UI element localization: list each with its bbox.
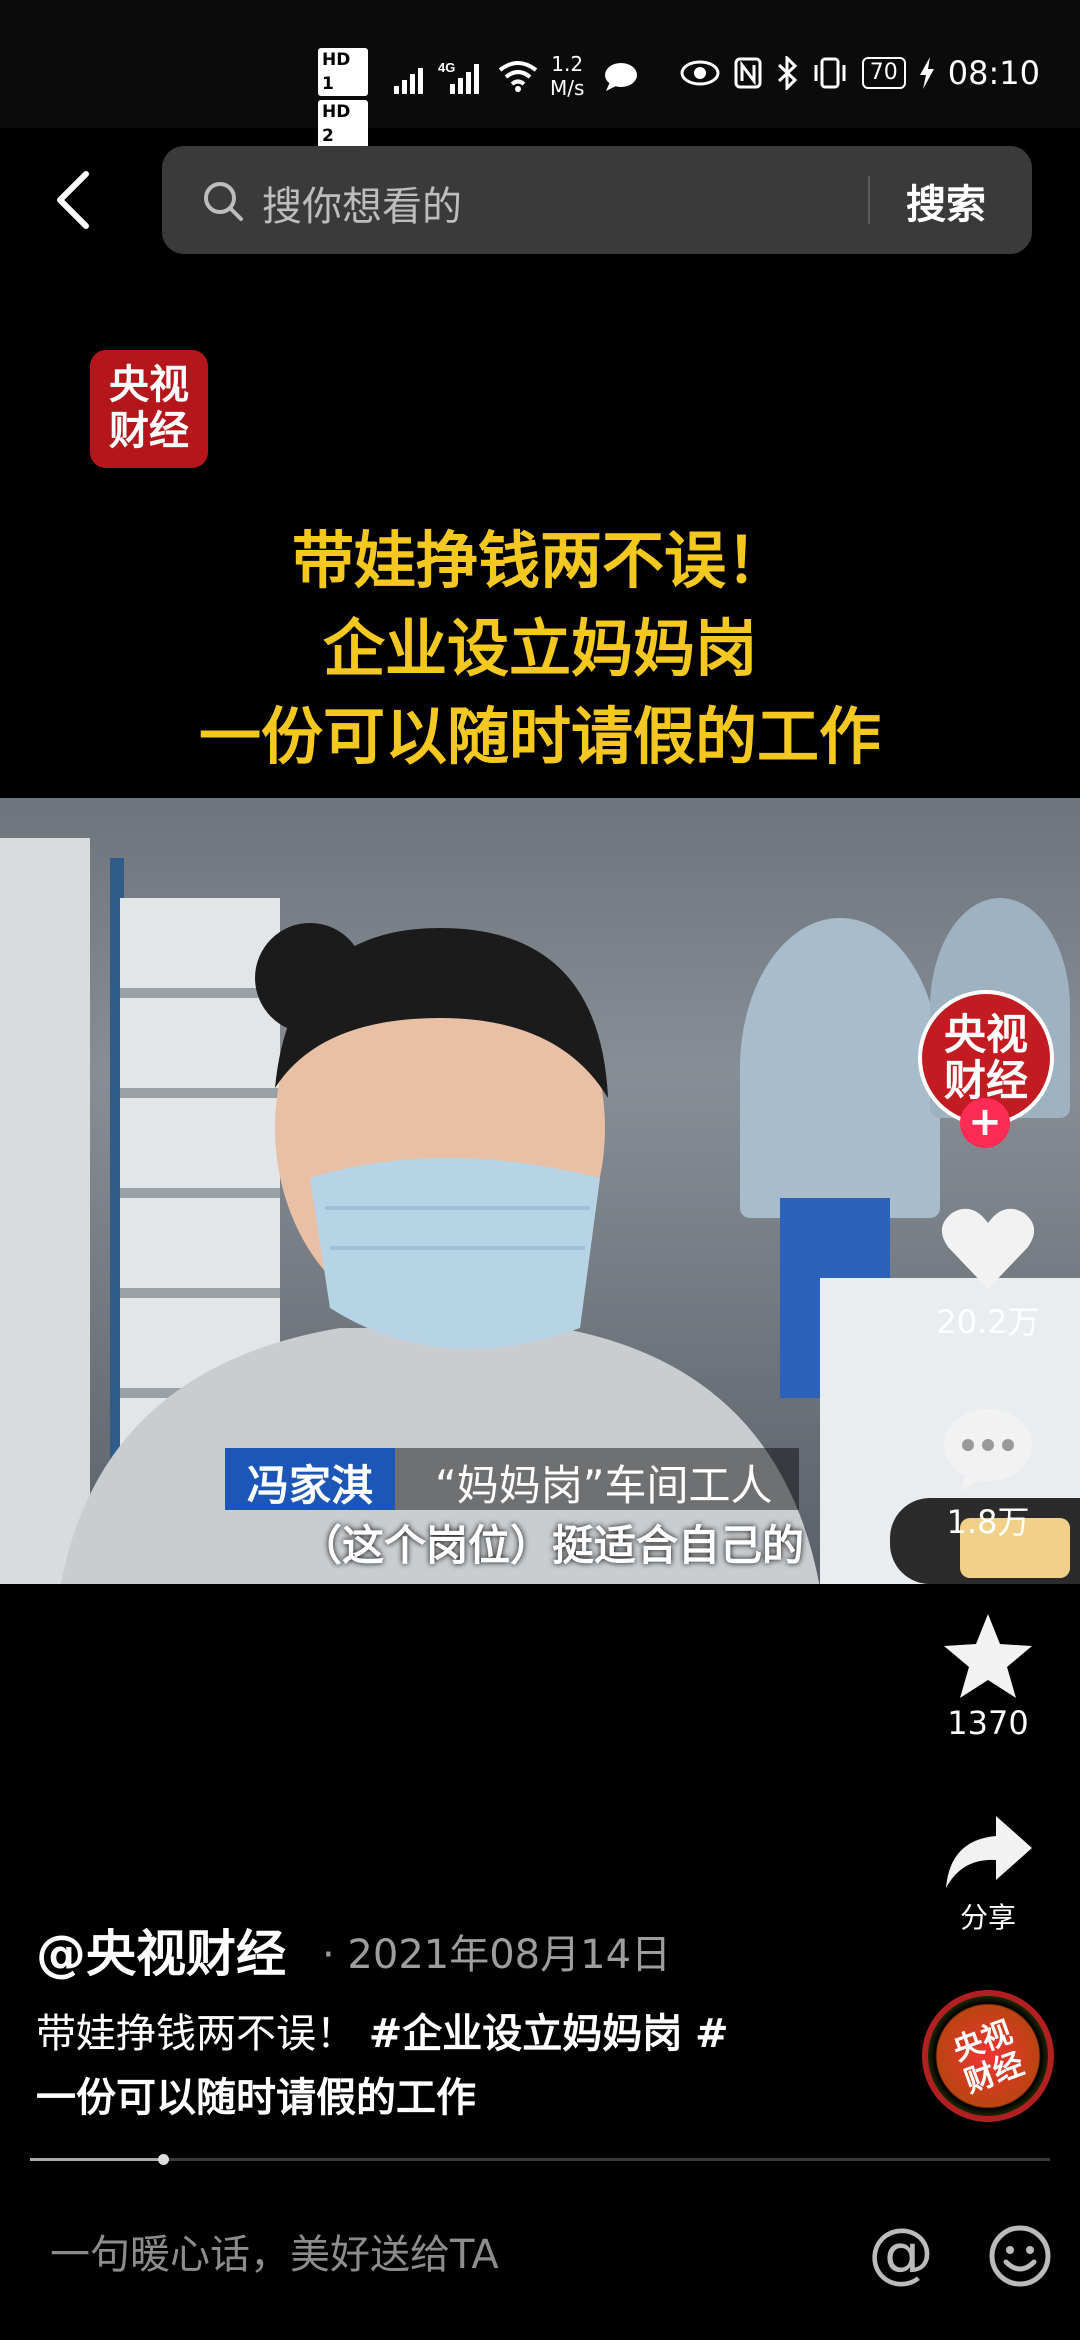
music-disc-text: 央视财经 (948, 2014, 1029, 2101)
follow-button[interactable]: + (960, 1098, 1010, 1148)
favorite-button[interactable]: 1370 (918, 1612, 1058, 1742)
signal-icon: 4G (394, 60, 479, 94)
subtitle-role: “妈妈岗”车间工人 (395, 1448, 799, 1510)
wifi-icon (498, 61, 538, 92)
channel-logo-text: 央视财经 (109, 362, 189, 454)
battery-indicator: 70 (861, 57, 906, 89)
vibrate-icon (814, 57, 846, 89)
like-count: 20.2万 (936, 1303, 1040, 1341)
post-description: 带娃挣钱两不误！ #企业设立妈妈岗 # 一份可以随时请假的工作 (36, 2002, 856, 2130)
speed-unit: M/s (550, 76, 585, 100)
comment-count: 1.8万 (946, 1503, 1030, 1541)
share-icon (946, 1816, 1032, 1888)
progress-fill (30, 2158, 163, 2161)
subtitle-name: 冯家淇 (225, 1448, 396, 1510)
clock: 08:10 (947, 54, 1040, 92)
bluetooth-icon (777, 56, 797, 90)
message-notification-icon (605, 63, 637, 91)
post-date: · 2021年08月14日 (322, 1932, 672, 1978)
search-bar[interactable]: 搜你想看的 搜索 (162, 146, 1032, 254)
search-divider (868, 176, 870, 224)
author-name[interactable]: @央视财经 (36, 1914, 286, 1986)
video-progress-bar[interactable] (30, 2154, 1050, 2165)
share-button[interactable]: 分享 (918, 1812, 1058, 1936)
search-button[interactable]: 搜索 (906, 172, 986, 230)
like-button[interactable]: 20.2万 (918, 1205, 1058, 1343)
channel-logo: 央视财经 (90, 350, 208, 468)
share-label: 分享 (959, 1901, 1016, 1934)
nfc-icon (734, 57, 762, 89)
network-speed: 1.2 M/s (550, 52, 584, 100)
hd1-badge: HD 1 (318, 48, 368, 96)
hashtag-link[interactable]: #企业设立妈妈岗 (369, 2011, 683, 2057)
video-caption: （这个岗位）挺适合自己的 (300, 1521, 805, 1570)
avatar-text: 央视财经 (943, 1010, 1028, 1105)
music-disc[interactable]: 央视财经 (903, 1971, 1073, 2141)
description-text: 带娃挣钱两不误！ (36, 2011, 356, 2057)
favorite-count: 1370 (947, 1704, 1029, 1742)
at-icon[interactable]: @ (868, 2214, 934, 2291)
headline-line-2: 企业设立妈妈岗 (322, 612, 757, 685)
heart-icon (941, 1208, 1035, 1289)
headline-line-3: 一份可以随时请假的工作 (198, 700, 881, 773)
eye-icon (680, 60, 720, 86)
emoji-icon[interactable] (988, 2224, 1052, 2288)
status-right-group: 70 08:10 (680, 54, 1040, 92)
hashtag-symbol[interactable]: # (695, 2011, 729, 2057)
star-icon (944, 1614, 1032, 1698)
comment-input[interactable]: 一句暖心话，美好送给TA (50, 2222, 499, 2280)
network-type-label: 4G (438, 60, 455, 75)
hd2-badge: HD 2 (318, 100, 368, 148)
charging-icon (919, 57, 934, 89)
comment-button[interactable]: 1.8万 (918, 1405, 1058, 1543)
status-bar: HD 1 HD 2 4G 1.2 M/s 70 08:10 (0, 0, 1080, 148)
speed-value: 1.2 (551, 52, 584, 76)
hd-voice-indicator: HD 1 HD 2 (318, 48, 368, 152)
subtitle-nameplate: 冯家淇 “妈妈岗”车间工人 (225, 1448, 799, 1510)
hashtag-link[interactable]: 一份可以随时请假的工作 (36, 2075, 476, 2121)
headline-line-1: 带娃挣钱两不误！ (291, 524, 788, 597)
comment-icon (944, 1409, 1032, 1491)
back-arrow-icon[interactable] (52, 168, 100, 232)
search-input[interactable]: 搜你想看的 (262, 174, 462, 232)
search-icon (204, 182, 243, 221)
progress-knob[interactable] (157, 2154, 169, 2165)
